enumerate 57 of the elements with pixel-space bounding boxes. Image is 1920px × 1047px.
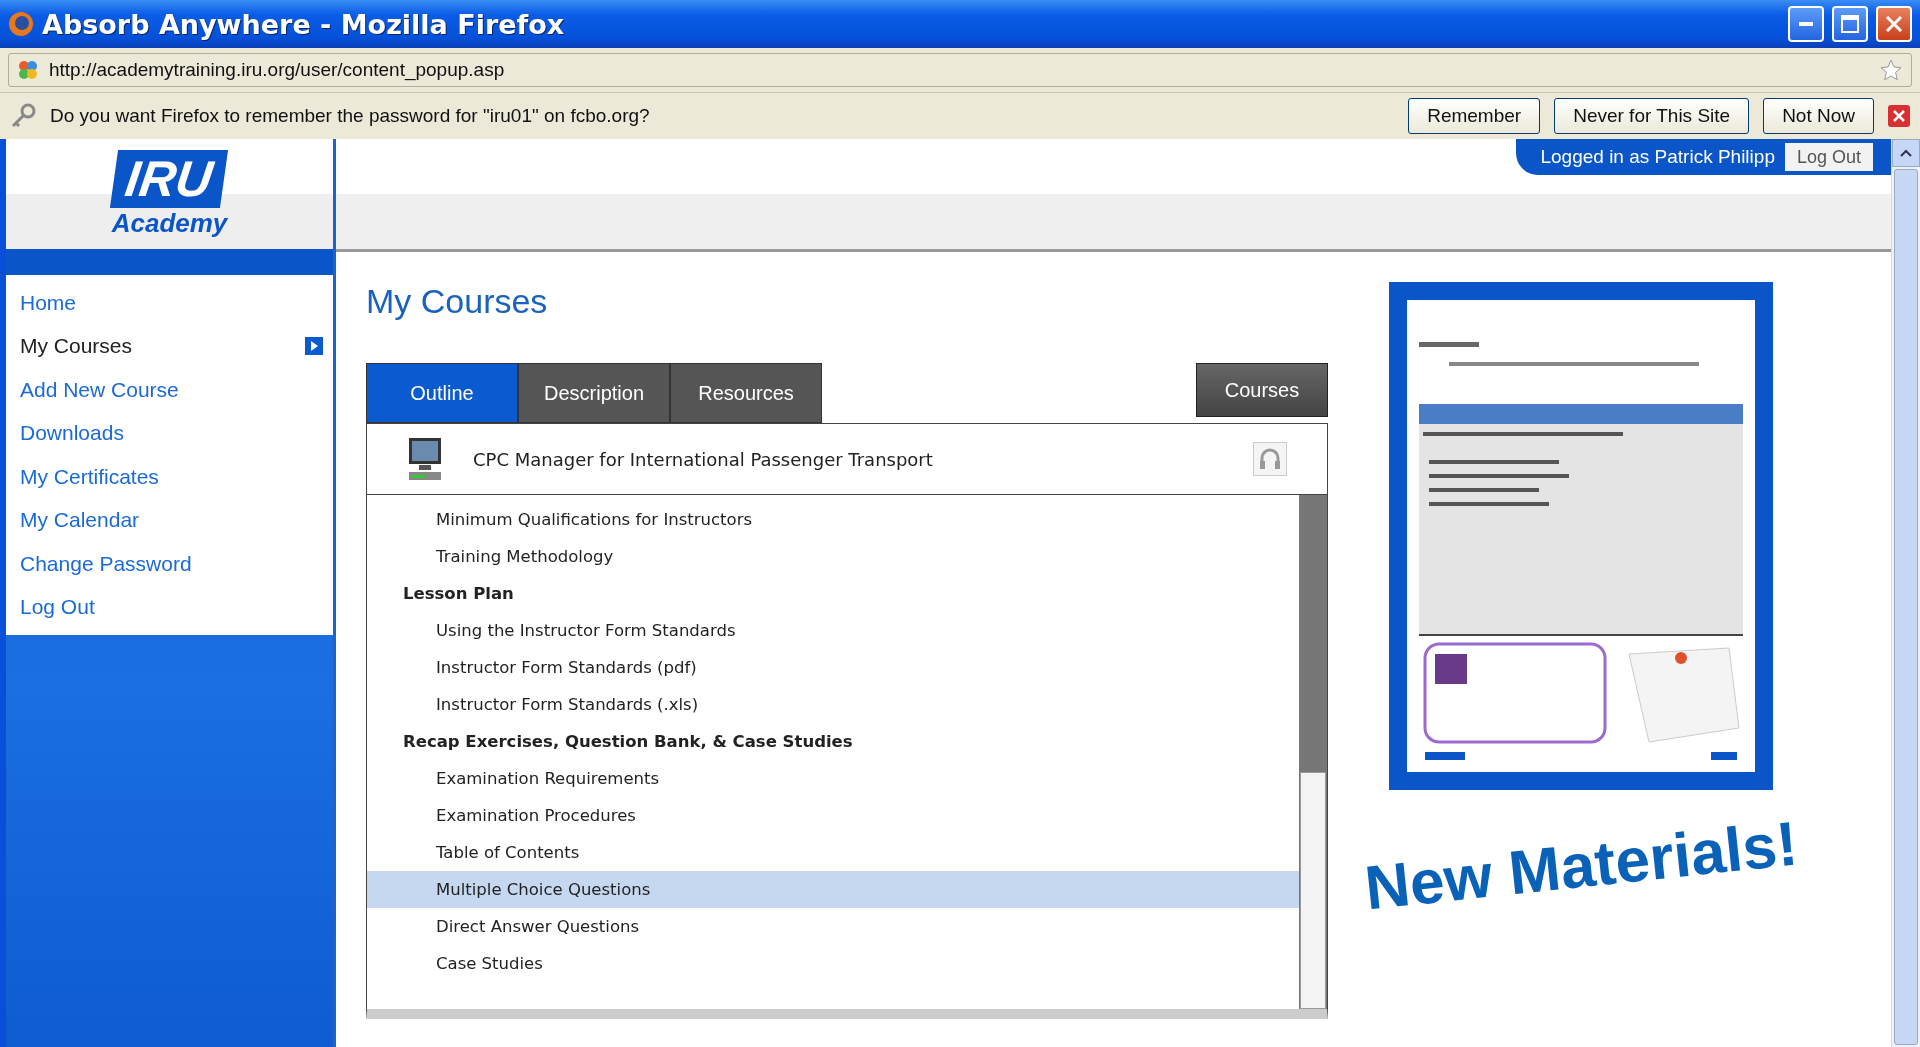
- close-button[interactable]: [1876, 6, 1912, 42]
- scrollbar-thumb[interactable]: [1300, 772, 1326, 1009]
- address-field[interactable]: http://academytraining.iru.org/user/content_popup.asp: [8, 53, 1912, 87]
- tab[interactable]: Description: [518, 363, 670, 423]
- minimize-icon: [1799, 22, 1813, 26]
- tab[interactable]: Outline: [366, 363, 518, 423]
- log-out-button[interactable]: Log Out: [1784, 143, 1873, 171]
- outline-item[interactable]: Table of Contents: [367, 834, 1299, 871]
- sidebar-nav-link[interactable]: My Certificates: [6, 455, 333, 499]
- star-icon[interactable]: [1879, 58, 1903, 82]
- iru-academy-logo: IRU Academy: [111, 149, 228, 239]
- outline-item[interactable]: Multiple Choice Questions: [367, 871, 1299, 908]
- close-icon[interactable]: [1888, 105, 1910, 127]
- sidebar-nav-link[interactable]: Log Out: [6, 585, 333, 629]
- sidebar-nav-link[interactable]: My Calendar: [6, 498, 333, 542]
- sidebar-nav-link[interactable]: Downloads: [6, 411, 333, 455]
- outline-item[interactable]: Training Methodology: [367, 538, 1299, 575]
- outline-item[interactable]: Examination Requirements: [367, 760, 1299, 797]
- page-scrollbar-thumb[interactable]: [1894, 169, 1918, 1045]
- headset-icon[interactable]: [1253, 442, 1287, 476]
- password-prompt-button[interactable]: Remember: [1408, 98, 1541, 134]
- promo-headline: New Materials!: [1361, 807, 1801, 924]
- course-title: CPC Manager for International Passenger Transport: [473, 448, 934, 470]
- tab[interactable]: Resources: [670, 363, 822, 423]
- outline-section-heading: Recap Exercises, Question Bank, & Case Studies: [402, 731, 854, 753]
- outline-item[interactable]: Examination Procedures: [367, 797, 1299, 834]
- firefox-icon: [8, 11, 34, 37]
- maximize-button[interactable]: [1832, 6, 1868, 42]
- window-title: Absorb Anywhere - Mozilla Firefox: [42, 8, 566, 40]
- close-icon: [1885, 15, 1903, 33]
- minimize-button[interactable]: [1788, 6, 1824, 42]
- password-prompt-text: Do you want Firefox to remember the password for "iru01" on fcbo.org?: [50, 105, 651, 127]
- outline-item[interactable]: Instructor Form Standards (.xls): [367, 686, 1299, 723]
- scroll-up-button[interactable]: [1892, 139, 1920, 167]
- courses-button[interactable]: Courses: [1196, 363, 1328, 417]
- key-icon: [10, 103, 36, 129]
- play-icon: [305, 337, 323, 356]
- chevron-up-icon: [1900, 149, 1912, 157]
- site-icon: [17, 59, 39, 81]
- scrollbar[interactable]: [1299, 495, 1327, 1009]
- sidebar-nav-link[interactable]: My Courses: [6, 324, 333, 368]
- sidebar-nav-link[interactable]: Change Password: [6, 542, 333, 586]
- url-text: http://academytraining.iru.org/user/content_popup.asp: [49, 59, 506, 81]
- page-title: My Courses: [366, 282, 549, 321]
- password-prompt-button[interactable]: Never for This Site: [1554, 98, 1750, 134]
- sidebar-nav-link[interactable]: Home: [6, 281, 333, 325]
- computer-icon: [407, 436, 443, 482]
- sidebar-nav-link[interactable]: Add New Course: [6, 368, 333, 412]
- maximize-icon: [1841, 15, 1859, 33]
- outline-item[interactable]: Instructor Form Standards (pdf): [367, 649, 1299, 686]
- logged-in-text: Logged in as Patrick Philipp: [1540, 146, 1775, 168]
- outline-section-heading: Lesson Plan: [402, 583, 515, 605]
- password-prompt-button[interactable]: Not Now: [1763, 98, 1874, 134]
- outline-item[interactable]: Direct Answer Questions: [367, 908, 1299, 945]
- outline-item[interactable]: Using the Instructor Form Standards: [367, 612, 1299, 649]
- outline-item[interactable]: Minimum Qualifications for Instructors: [367, 501, 1299, 538]
- outline-item[interactable]: Case Studies: [367, 945, 1299, 982]
